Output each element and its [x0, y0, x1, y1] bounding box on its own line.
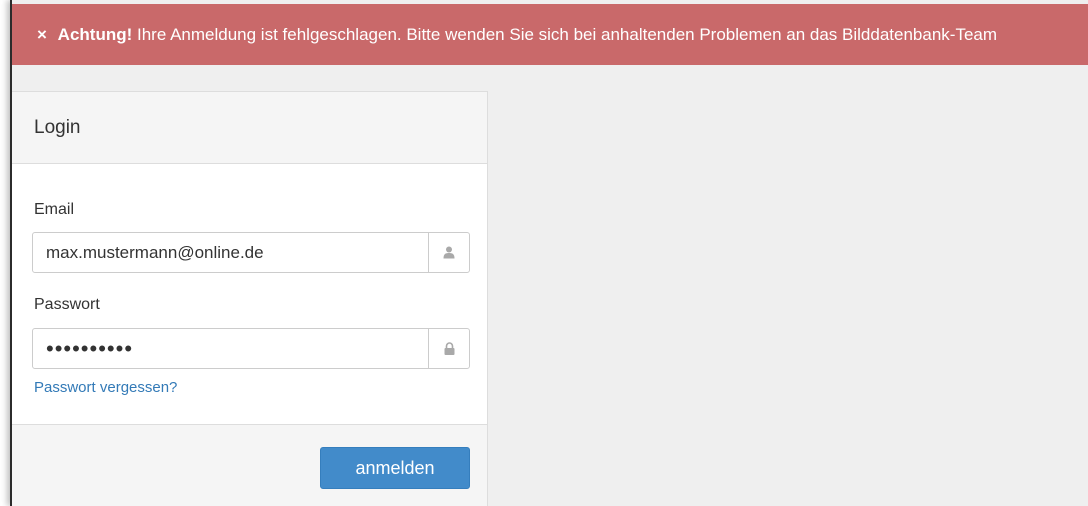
login-footer: anmelden	[12, 424, 487, 506]
user-icon	[428, 233, 469, 272]
email-label: Email	[34, 201, 75, 218]
login-button[interactable]: anmelden	[320, 447, 470, 489]
lock-icon	[428, 329, 469, 368]
alert-message: Ihre Anmeldung ist fehlgeschlagen. Bitte…	[137, 25, 998, 44]
browser-viewport: × Achtung! Ihre Anmeldung ist fehlgeschl…	[10, 0, 1088, 506]
error-alert: × Achtung! Ihre Anmeldung ist fehlgeschl…	[12, 4, 1088, 65]
email-field[interactable]	[33, 233, 428, 272]
screenshot-frame: × Achtung! Ihre Anmeldung ist fehlgeschl…	[0, 0, 1088, 506]
password-label: Passwort	[34, 296, 100, 313]
password-input-group	[32, 328, 470, 369]
close-icon[interactable]: ×	[37, 25, 47, 44]
forgot-password-link[interactable]: Passwort vergessen?	[34, 379, 177, 396]
email-input-group	[32, 232, 470, 273]
alert-title: Achtung!	[57, 25, 133, 44]
login-heading: Login	[12, 92, 487, 164]
password-field[interactable]	[33, 329, 428, 368]
login-panel: Login Email Passwort	[12, 91, 488, 506]
login-form: Email Passwort	[12, 164, 487, 424]
